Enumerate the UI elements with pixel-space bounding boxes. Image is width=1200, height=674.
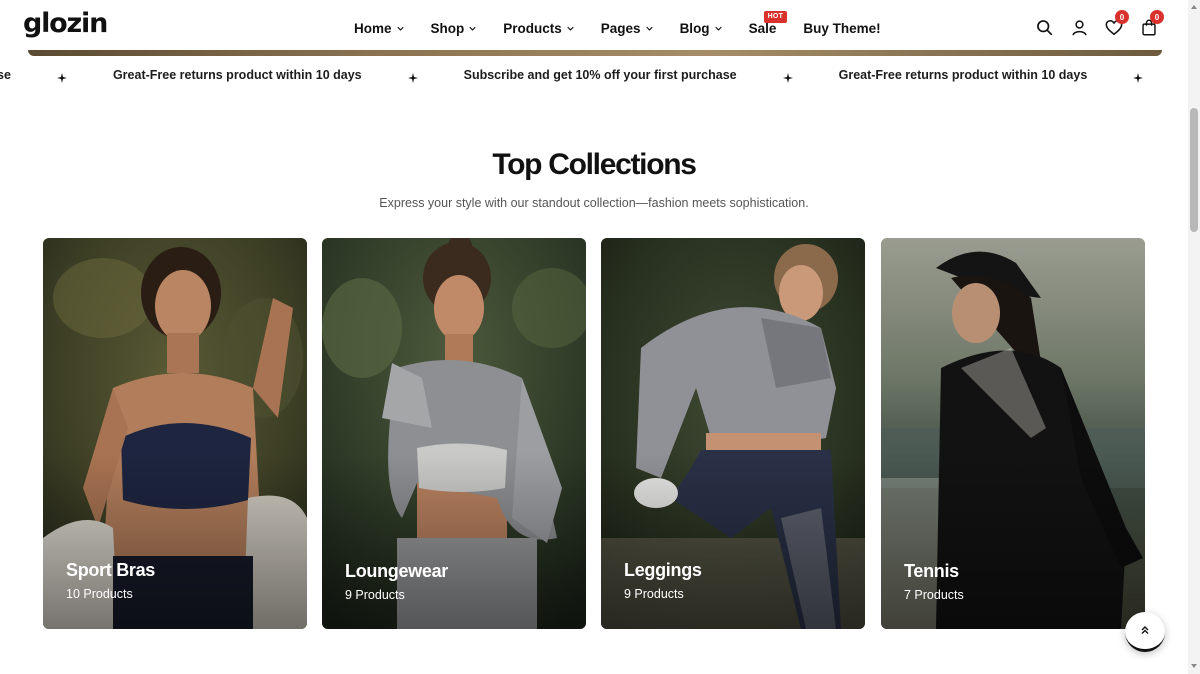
card-overlay <box>322 453 586 629</box>
nav-item-shop[interactable]: Shop <box>431 21 477 36</box>
collection-card-leggings[interactable]: Leggings 9 Products <box>601 238 865 629</box>
section-title: Top Collections <box>492 148 697 181</box>
nav-item-label: Home <box>354 20 392 36</box>
collection-title: Sport Bras <box>66 560 156 580</box>
marquee-text: Great-Free returns product within 10 day… <box>112 68 362 82</box>
collection-title: Loungewear <box>345 561 449 581</box>
collection-count: 10 Products <box>66 587 133 601</box>
nav-item-label: Blog <box>679 20 710 36</box>
cart-count-badge: 0 <box>1150 10 1164 24</box>
main-nav: Home Shop Products Pages Blog Sale HOT B… <box>354 10 908 38</box>
hot-badge: HOT <box>763 10 788 23</box>
chevron-down-icon <box>714 25 722 32</box>
bag-icon[interactable]: 0 <box>1138 10 1164 38</box>
marquee-text: urchase <box>0 68 11 82</box>
nav-item-label: Pages <box>600 20 641 36</box>
site-header: glozin Home Shop Products Pages Blog Sal… <box>0 0 1188 54</box>
chevron-down-icon <box>396 25 404 32</box>
collection-card-sport-bras[interactable]: Sport Bras 10 Products <box>43 238 307 629</box>
nav-item-buy-theme[interactable]: Buy Theme! <box>803 21 880 36</box>
collection-count: 7 Products <box>904 588 964 602</box>
collection-title: Leggings <box>624 560 702 580</box>
nav-item-sale[interactable]: Sale HOT <box>748 10 788 36</box>
heart-icon[interactable]: 0 <box>1103 10 1129 38</box>
back-to-top-button[interactable] <box>1125 612 1165 652</box>
scroll-up-arrow-icon[interactable] <box>1190 3 1198 11</box>
section-subtitle: Express your style with our standout col… <box>379 196 809 210</box>
card-overlay <box>601 453 865 629</box>
chevron-down-icon <box>469 25 476 32</box>
sparkle-icon <box>407 70 418 83</box>
nav-item-home[interactable]: Home <box>354 21 404 36</box>
collection-card-tennis[interactable]: Tennis 7 Products <box>881 238 1145 629</box>
nav-item-products[interactable]: Products <box>503 21 574 36</box>
card-overlay <box>43 453 307 629</box>
user-icon[interactable] <box>1068 16 1090 38</box>
chevron-down-icon <box>645 25 653 32</box>
scroll-down-arrow-icon[interactable] <box>1190 662 1198 670</box>
collection-count: 9 Products <box>345 588 405 602</box>
announcement-marquee: urchase Great-Free returns product withi… <box>0 68 1188 88</box>
site-logo[interactable]: glozin <box>23 8 108 39</box>
marquee-text: Great-Free returns product within 10 day… <box>838 68 1088 82</box>
header-actions: 0 0 <box>1033 10 1173 38</box>
collection-title: Tennis <box>904 561 959 581</box>
marquee-track: urchase Great-Free returns product withi… <box>0 68 1188 83</box>
sparkle-icon <box>1133 70 1144 83</box>
nav-item-label: Sale <box>748 20 777 36</box>
page-scrollbar[interactable] <box>1188 0 1200 674</box>
sparkle-icon <box>782 70 793 83</box>
nav-item-blog[interactable]: Blog <box>680 21 722 36</box>
marquee-text: Subscribe and get 10% off your first pur… <box>463 68 737 82</box>
hero-banner-edge <box>28 50 1162 56</box>
collection-card-loungewear[interactable]: Loungewear 9 Products <box>322 238 586 629</box>
collection-count: 9 Products <box>624 587 684 601</box>
wishlist-count-badge: 0 <box>1115 10 1129 24</box>
nav-item-label: Shop <box>430 20 465 36</box>
nav-item-label: Products <box>503 20 562 36</box>
search-icon[interactable] <box>1033 16 1055 38</box>
nav-item-pages[interactable]: Pages <box>601 21 653 36</box>
card-overlay <box>881 453 1145 629</box>
chevron-down-icon <box>567 25 574 32</box>
double-chevron-up-icon <box>1140 622 1150 640</box>
nav-item-label: Buy Theme! <box>803 20 881 36</box>
scrollbar-thumb[interactable] <box>1190 108 1198 232</box>
sparkle-icon <box>56 70 67 83</box>
